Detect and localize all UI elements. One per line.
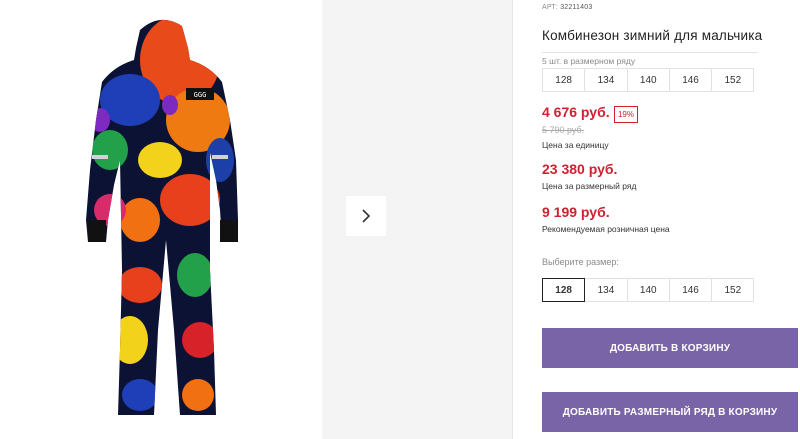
add-series-to-cart-button[interactable]: ДОБАВИТЬ РАЗМЕРНЫЙ РЯД В КОРЗИНУ <box>542 392 798 432</box>
product-photo: GGG <box>86 19 238 415</box>
size-picker-label: Выберите размер: <box>542 257 619 267</box>
series-count-label: 5 шт. в размерном ряду <box>542 56 636 66</box>
retail-price: 9 199 руб. <box>542 204 610 220</box>
logo-patch-text: GGG <box>194 91 207 99</box>
product-gallery: GGG <box>0 0 512 439</box>
series-sizes: 128 134 140 146 152 <box>542 68 755 92</box>
sku-line: АРТ: 32211403 <box>542 4 592 11</box>
chevron-right-icon <box>362 209 371 223</box>
series-price: 23 380 руб. <box>542 161 618 177</box>
add-to-cart-button[interactable]: ДОБАВИТЬ В КОРЗИНУ <box>542 328 798 368</box>
series-size-cell: 140 <box>626 68 670 92</box>
product-info: АРТ: 32211403 Комбинезон зимний для маль… <box>542 0 800 439</box>
series-size-cell: 146 <box>668 68 713 92</box>
column-divider <box>512 0 513 439</box>
old-price: 5 790 руб. <box>542 125 585 135</box>
size-option-146[interactable]: 146 <box>668 278 713 302</box>
series-size-cell: 128 <box>542 68 586 92</box>
sku-label: АРТ: <box>542 4 559 11</box>
sku-value: 32211403 <box>560 4 593 11</box>
unit-price-caption: Цена за единицу <box>542 140 609 150</box>
series-price-caption: Цена за размерный ряд <box>542 181 637 191</box>
size-option-128[interactable]: 128 <box>542 278 586 302</box>
product-title: Комбинезон зимний для мальчика <box>542 28 763 43</box>
next-image-button[interactable] <box>346 196 386 236</box>
size-option-140[interactable]: 140 <box>626 278 670 302</box>
retail-price-caption: Рекомендуемая розничная цена <box>542 224 670 234</box>
series-size-cell: 152 <box>711 68 755 92</box>
series-size-cell: 134 <box>584 68 628 92</box>
unit-price: 4 676 руб. <box>542 104 610 120</box>
size-option-134[interactable]: 134 <box>584 278 628 302</box>
size-option-152[interactable]: 152 <box>711 278 755 302</box>
title-divider <box>542 52 758 53</box>
size-picker: 128 134 140 146 152 <box>542 278 755 302</box>
discount-badge: 19% <box>614 106 638 123</box>
